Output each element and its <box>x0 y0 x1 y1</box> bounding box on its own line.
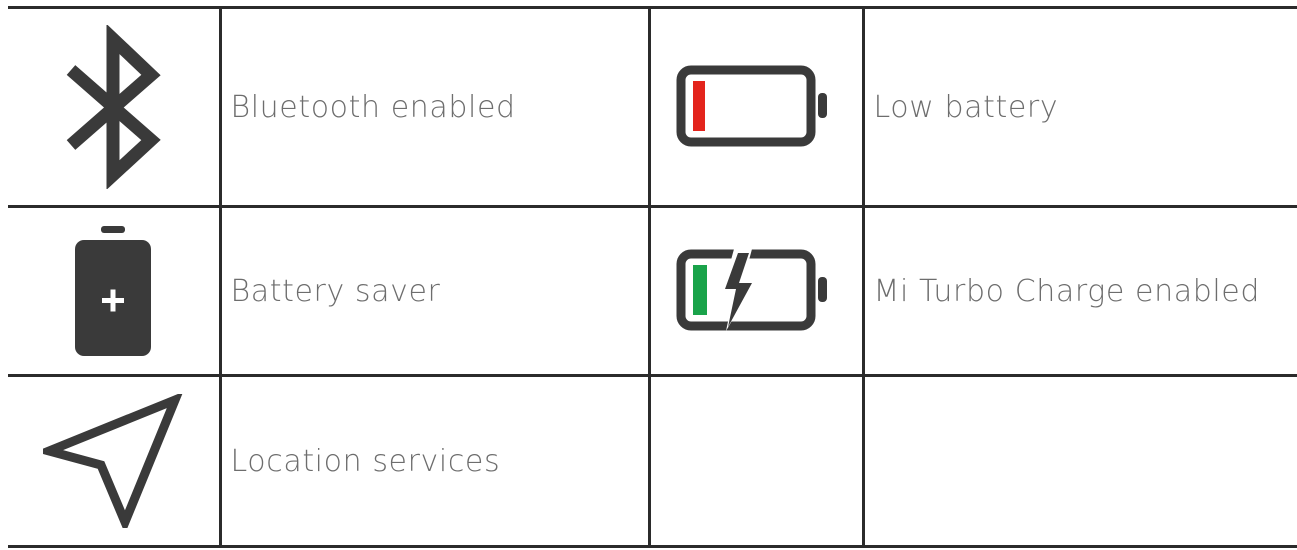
empty-label-cell <box>861 374 1297 548</box>
table-row: Location services <box>8 374 1297 548</box>
turbo-charge-icon-cell <box>647 205 865 377</box>
bluetooth-label: Bluetooth enabled <box>218 6 651 208</box>
status-icon-table: Bluetooth enabled Low battery Battery sa… <box>8 6 1297 548</box>
low-battery-icon-cell <box>647 6 865 208</box>
location-icon-cell <box>8 374 222 548</box>
battery-saver-icon-cell <box>8 205 222 377</box>
turbo-charge-label: Mi Turbo Charge enabled <box>861 205 1297 377</box>
empty-icon-cell <box>647 374 865 548</box>
bluetooth-icon-cell <box>8 6 222 208</box>
table-row: Bluetooth enabled Low battery <box>8 6 1297 208</box>
battery-saver-label: Battery saver <box>218 205 651 377</box>
low-battery-icon <box>676 65 827 147</box>
battery-charging-icon <box>676 249 827 331</box>
battery-saver-icon <box>75 226 152 356</box>
location-arrow-icon <box>43 394 183 528</box>
location-services-label: Location services <box>218 374 651 548</box>
low-battery-label: Low battery <box>861 6 1297 208</box>
bluetooth-icon <box>66 25 161 189</box>
table-row: Battery saver Mi Turbo Charge enabled <box>8 205 1297 377</box>
